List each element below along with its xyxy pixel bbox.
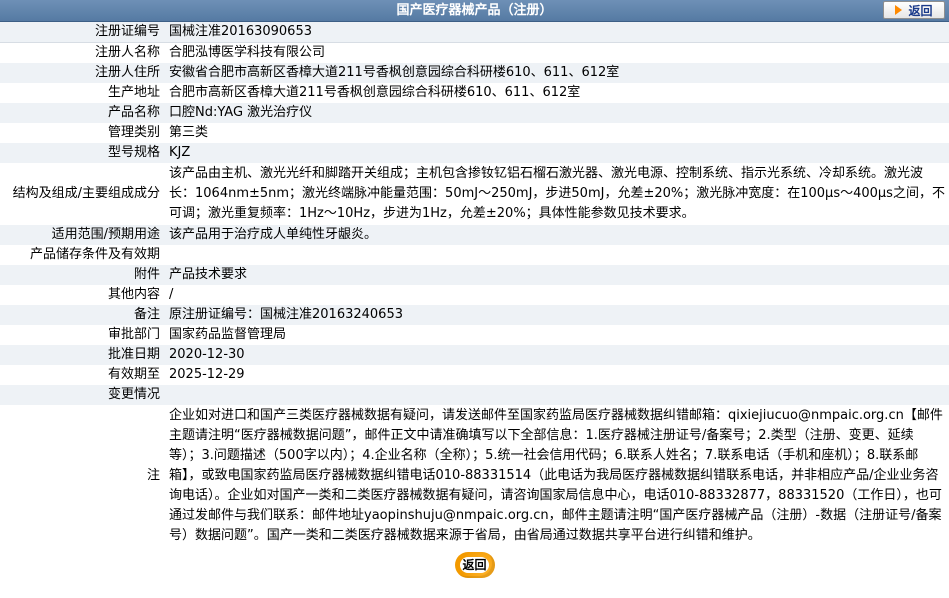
table-row: 产品储存条件及有效期 [0, 245, 949, 265]
field-value: 第三类 [166, 123, 949, 143]
table-row: 适用范围/预期用途 该产品用于治疗成人单纯性牙龈炎。 [0, 225, 949, 245]
table-row: 生产地址 合肥市高新区香樟大道211号香枫创意园综合科研楼610、611、612… [0, 83, 949, 103]
table-row: 附件 产品技术要求 [0, 265, 949, 285]
field-value: 合肥泓博医学科技有限公司 [166, 42, 949, 63]
table-row: 管理类别 第三类 [0, 123, 949, 143]
field-value: / [166, 285, 949, 305]
table-row: 审批部门 国家药品监督管理局 [0, 325, 949, 345]
arrow-right-icon [895, 5, 903, 15]
back-button-top[interactable]: 返回 [883, 1, 945, 19]
field-value: 原注册证编号：国械注准20163240653 [166, 305, 949, 325]
field-value: 国家药品监督管理局 [166, 325, 949, 345]
detail-table: 注册证编号 国械注准20163090653 注册人名称 合肥泓博医学科技有限公司… [0, 22, 949, 547]
field-label: 产品储存条件及有效期 [0, 245, 166, 265]
field-label: 附件 [0, 265, 166, 285]
field-label: 管理类别 [0, 123, 166, 143]
field-label: 注册人住所 [0, 63, 166, 83]
field-value [166, 385, 949, 405]
field-value: 口腔Nd:YAG 激光治疗仪 [166, 103, 949, 123]
field-label: 有效期至 [0, 365, 166, 385]
table-row: 有效期至 2025-12-29 [0, 365, 949, 385]
back-button-label: 返回 [460, 557, 489, 573]
field-value: 该产品用于治疗成人单纯性牙龈炎。 [166, 225, 949, 245]
field-value: 2025-12-29 [166, 365, 949, 385]
field-label: 审批部门 [0, 325, 166, 345]
table-row: 备注 原注册证编号：国械注准20163240653 [0, 305, 949, 325]
field-value: 合肥市高新区香樟大道211号香枫创意园综合科研楼610、611、612室 [166, 83, 949, 103]
table-row: 其他内容 / [0, 285, 949, 305]
field-value [166, 245, 949, 265]
field-label: 注册人名称 [0, 42, 166, 63]
table-row: 注册证编号 国械注准20163090653 [0, 22, 949, 43]
field-value: 该产品由主机、激光光纤和脚踏开关组成；主机包含掺钕钇铝石榴石激光器、激光电源、控… [166, 163, 949, 225]
table-row: 结构及组成/主要组成成分 该产品由主机、激光光纤和脚踏开关组成；主机包含掺钕钇铝… [0, 163, 949, 225]
field-label: 备注 [0, 305, 166, 325]
field-label: 其他内容 [0, 285, 166, 305]
field-value: KJZ [166, 143, 949, 163]
back-button-bottom[interactable]: 返回 [454, 552, 495, 578]
field-label: 注 [0, 405, 166, 547]
field-label: 批准日期 [0, 345, 166, 365]
field-label: 结构及组成/主要组成成分 [0, 163, 166, 225]
page-title: 国产医疗器械产品（注册） [396, 3, 553, 18]
field-value: 安徽省合肥市高新区香樟大道211号香枫创意园综合科研楼610、611、612室 [166, 63, 949, 83]
footer-bar: 返回 [0, 547, 949, 583]
field-label: 注册证编号 [0, 22, 166, 43]
field-label: 适用范围/预期用途 [0, 225, 166, 245]
notice-text: 企业如对进口和国产三类医疗器械数据有疑问，请发送邮件至国家药监局医疗器械数据纠错… [166, 405, 949, 547]
table-row: 产品名称 口腔Nd:YAG 激光治疗仪 [0, 103, 949, 123]
field-value: 国械注准20163090653 [166, 22, 949, 43]
table-row: 注 企业如对进口和国产三类医疗器械数据有疑问，请发送邮件至国家药监局医疗器械数据… [0, 405, 949, 547]
table-row: 注册人名称 合肥泓博医学科技有限公司 [0, 42, 949, 63]
field-label: 型号规格 [0, 143, 166, 163]
table-row: 型号规格 KJZ [0, 143, 949, 163]
table-row: 注册人住所 安徽省合肥市高新区香樟大道211号香枫创意园综合科研楼610、611… [0, 63, 949, 83]
table-row: 变更情况 [0, 385, 949, 405]
title-bar: 国产医疗器械产品（注册） 返回 [0, 0, 949, 22]
field-label: 产品名称 [0, 103, 166, 123]
field-value: 2020-12-30 [166, 345, 949, 365]
table-row: 批准日期 2020-12-30 [0, 345, 949, 365]
back-button-label: 返回 [908, 3, 933, 18]
field-value: 产品技术要求 [166, 265, 949, 285]
field-label: 变更情况 [0, 385, 166, 405]
field-label: 生产地址 [0, 83, 166, 103]
detail-page: 国产医疗器械产品（注册） 返回 注册证编号 国械注准20163090653 注册… [0, 0, 949, 583]
